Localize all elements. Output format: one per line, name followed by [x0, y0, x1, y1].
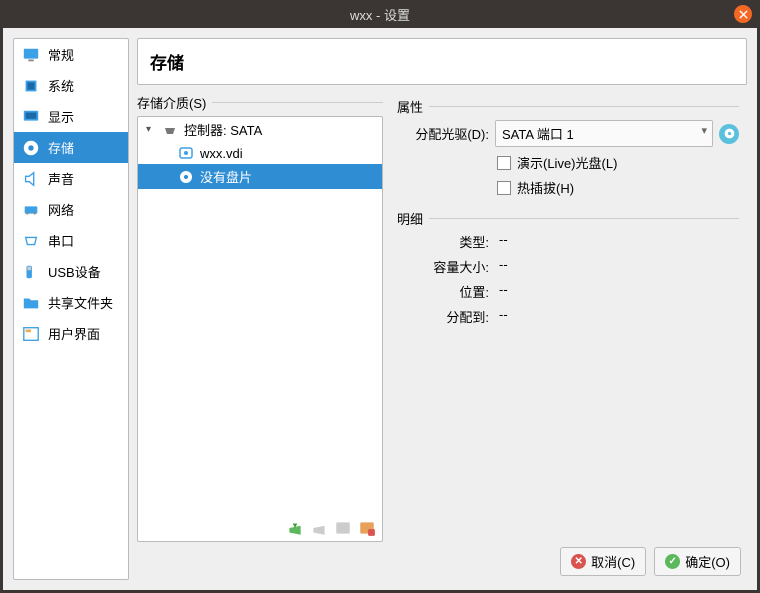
- live-cd-label: 演示(Live)光盘(L): [517, 153, 617, 172]
- detail-row-type: 类型:--: [397, 232, 739, 251]
- storage-tree[interactable]: ▾ 控制器: SATA wxx.vdi 没有盘片: [137, 116, 383, 542]
- sidebar-item-label: 存储: [48, 138, 74, 157]
- attributes-panel: 属性 分配光驱(D): SATA 端口 1 演示(Live)光盘(L) 热插拔(…: [393, 93, 747, 542]
- sidebar-item-audio[interactable]: 声音: [14, 163, 128, 194]
- content: 存储介质(S) ▾ 控制器: SATA wxx.vdi 没有盘片: [137, 93, 747, 542]
- titlebar: wxx - 设置: [0, 0, 760, 28]
- optical-item[interactable]: 没有盘片: [138, 164, 382, 189]
- speaker-icon: [22, 170, 40, 188]
- sidebar-item-label: 系统: [48, 76, 74, 95]
- sidebar-item-label: 常规: [48, 45, 74, 64]
- folder-icon: [22, 294, 40, 312]
- detail-row-attached: 分配到:--: [397, 307, 739, 326]
- tree-toolbar: [138, 519, 382, 537]
- ok-button[interactable]: ✓ 确定(O): [654, 547, 741, 576]
- sidebar-item-serial[interactable]: 串口: [14, 225, 128, 256]
- hdd-icon: [178, 145, 194, 161]
- hotplug-label: 热插拔(H): [517, 178, 574, 197]
- cancel-icon: ✕: [571, 554, 586, 569]
- drive-label: 分配光驱(D):: [397, 124, 489, 143]
- expander-icon[interactable]: ▾: [146, 124, 156, 135]
- settings-dialog: 常规 系统 显示 存储 声音 网络 串口 USB设备: [3, 28, 757, 590]
- live-cd-checkbox[interactable]: [497, 156, 511, 170]
- disk-item[interactable]: wxx.vdi: [138, 142, 382, 164]
- chip-icon: [22, 77, 40, 95]
- sidebar-item-label: 用户界面: [48, 324, 100, 343]
- hotplug-checkbox[interactable]: [497, 181, 511, 195]
- controller-item[interactable]: ▾ 控制器: SATA: [138, 117, 382, 142]
- disk-label: wxx.vdi: [200, 146, 243, 161]
- sidebar-item-shared[interactable]: 共享文件夹: [14, 287, 128, 318]
- add-attachment-icon[interactable]: [334, 519, 352, 537]
- details-group-label: 明细: [397, 209, 739, 228]
- add-controller-icon[interactable]: [286, 519, 304, 537]
- sidebar-item-label: 网络: [48, 200, 74, 219]
- sidebar-item-storage[interactable]: 存储: [14, 132, 128, 163]
- optical-drive-combobox[interactable]: SATA 端口 1: [495, 120, 713, 147]
- sidebar-item-ui[interactable]: 用户界面: [14, 318, 128, 349]
- sidebar-item-system[interactable]: 系统: [14, 70, 128, 101]
- serial-icon: [22, 232, 40, 250]
- storage-media-panel: 存储介质(S) ▾ 控制器: SATA wxx.vdi 没有盘片: [137, 93, 383, 542]
- usb-icon: [22, 263, 40, 281]
- monitor-icon: [22, 46, 40, 64]
- choose-disk-icon[interactable]: [719, 124, 739, 144]
- window-title: wxx - 设置: [350, 5, 410, 24]
- sidebar-item-display[interactable]: 显示: [14, 101, 128, 132]
- page-title: 存储: [137, 38, 747, 85]
- display-icon: [22, 108, 40, 126]
- network-icon: [22, 201, 40, 219]
- sidebar: 常规 系统 显示 存储 声音 网络 串口 USB设备: [13, 38, 129, 580]
- remove-attachment-icon[interactable]: [358, 519, 376, 537]
- close-button[interactable]: [734, 5, 752, 23]
- disc-icon: [178, 169, 194, 185]
- optical-label: 没有盘片: [200, 167, 252, 186]
- sidebar-item-label: 声音: [48, 169, 74, 188]
- storage-media-label: 存储介质(S): [137, 93, 383, 112]
- attributes-group-label: 属性: [397, 97, 739, 116]
- controller-icon: [162, 122, 178, 138]
- sidebar-item-general[interactable]: 常规: [14, 39, 128, 70]
- ui-icon: [22, 325, 40, 343]
- remove-controller-icon[interactable]: [310, 519, 328, 537]
- sidebar-item-label: 显示: [48, 107, 74, 126]
- detail-row-size: 容量大小:--: [397, 257, 739, 276]
- ok-icon: ✓: [665, 554, 680, 569]
- sidebar-item-usb[interactable]: USB设备: [14, 256, 128, 287]
- sidebar-item-network[interactable]: 网络: [14, 194, 128, 225]
- main-panel: 存储 存储介质(S) ▾ 控制器: SATA wxx.vdi: [137, 38, 747, 580]
- sidebar-item-label: USB设备: [48, 262, 101, 281]
- controller-label: 控制器: SATA: [184, 120, 262, 139]
- detail-row-location: 位置:--: [397, 282, 739, 301]
- sidebar-item-label: 共享文件夹: [48, 293, 113, 312]
- sidebar-item-label: 串口: [48, 231, 74, 250]
- cancel-button[interactable]: ✕ 取消(C): [560, 547, 646, 576]
- dialog-footer: ✕ 取消(C) ✓ 确定(O): [137, 542, 747, 580]
- storage-icon: [22, 139, 40, 157]
